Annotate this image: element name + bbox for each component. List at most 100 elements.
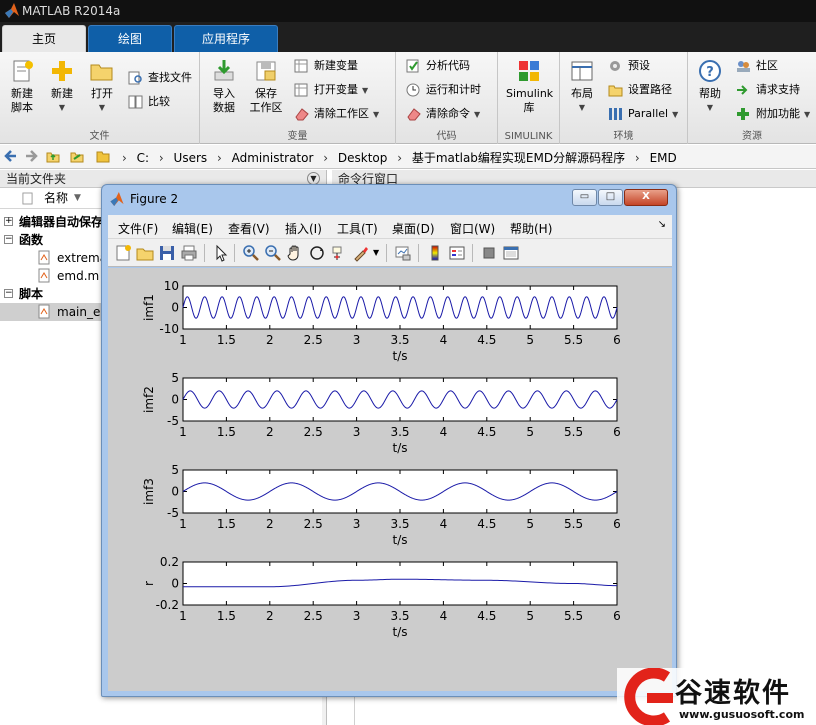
x-tick-label: 1.5 [217,425,236,439]
group-label-simulink: SIMULINK [504,131,553,142]
emd-subplots[interactable]: 1 1.5 2 2.5 3 3.5 4 4.5 5 5.5 6-10010t/simf11 1.5 2 2… [108,268,672,691]
simulink-library-button[interactable]: Simulink 库 [506,58,553,115]
compare-button[interactable]: 比较 [128,92,170,112]
new-variable-button[interactable]: 新建变量 [294,56,358,76]
breadcrumb-item[interactable]: Desktop [338,151,388,165]
maximize-button[interactable]: □ [598,189,623,206]
browse-folder-icon[interactable] [70,149,84,163]
import-data-button[interactable]: 导入 数据 [204,58,244,115]
menu-view[interactable]: 查看(V) [228,220,270,237]
preferences-button[interactable]: 预设 [608,56,650,76]
tab-plots[interactable]: 绘图 [88,25,172,52]
community-icon [737,61,750,72]
y-axis-label: imf3 [142,478,156,505]
new-button[interactable]: 新建 ▼ [42,58,82,115]
analyze-code-button[interactable]: 分析代码 [406,56,470,76]
app-titlebar: MATLAB R2014a [0,0,816,22]
back-arrow-icon[interactable] [4,149,18,163]
set-path-button[interactable]: 设置路径 [608,80,672,100]
chevron-down-icon: ▼ [578,103,586,112]
collapse-toggle-icon[interactable]: − [4,235,13,244]
figure-titlebar[interactable]: Figure 2 ▭ □ X [102,185,676,213]
tree-group-label: 函数 [19,233,44,247]
save-icon[interactable] [158,244,176,262]
breadcrumb-separator: › [397,151,403,165]
tab-apps[interactable]: 应用程序 [174,25,278,52]
figure-menubar: 文件(F) 编辑(E) 查看(V) 插入(I) 工具(T) 桌面(D) 窗口(W… [108,215,672,239]
breadcrumb-item[interactable]: Users [174,151,208,165]
forward-arrow-icon[interactable] [24,149,38,163]
file-label: emd.m [57,269,100,283]
x-axis-label: t/s [393,533,408,547]
new-script-label-2: 脚本 [11,101,33,114]
menu-desktop[interactable]: 桌面(D) [392,220,435,237]
x-tick-label: 6 [613,609,621,623]
close-button[interactable]: X [624,189,668,206]
column-name-label: 名称 [44,191,69,205]
brush-dropdown-icon[interactable]: ▼ [373,248,379,257]
hide-plot-tools-icon[interactable] [480,244,498,262]
current-folder-title: 当前文件夹 [6,172,67,186]
support-label: 请求支持 [756,83,800,96]
tab-home[interactable]: 主页 [2,25,86,52]
breadcrumb-item[interactable]: Administrator [232,151,314,165]
dock-arrow-icon[interactable]: ↘ [658,219,666,230]
x-tick-label: 3.5 [390,517,409,531]
new-script-button[interactable]: 新建 脚本 [2,58,42,115]
clear-workspace-button[interactable]: 清除工作区 ▼ [294,104,379,124]
menu-tools[interactable]: 工具(T) [337,220,378,237]
pan-hand-icon[interactable] [286,244,304,262]
new-figure-icon[interactable] [114,244,132,262]
breadcrumb-item[interactable]: C: [137,151,149,165]
find-files-button[interactable]: 查找文件 [128,68,192,88]
data-cursor-icon[interactable] [330,244,348,262]
brush-icon[interactable] [352,244,370,262]
breadcrumb-item[interactable]: 基于matlab编程实现EMD分解源码程序 [412,151,625,165]
run-and-time-button[interactable]: 运行和计时 [406,80,481,100]
x-tick-label: 3.5 [390,425,409,439]
x-tick-label: 2.5 [304,333,323,347]
layout-button[interactable]: 布局 ▼ [562,58,602,115]
add-ons-button[interactable]: 附加功能 ▼ [736,104,810,124]
menu-insert[interactable]: 插入(I) [285,220,322,237]
ribbon-tabbar: 主页 绘图 应用程序 [0,22,816,52]
rotate-3d-icon[interactable] [308,244,326,262]
breadcrumb-item[interactable]: EMD [650,151,677,165]
simulink-label-2: 库 [523,101,535,114]
link-plot-icon[interactable] [394,244,412,262]
colorbar-icon[interactable] [426,244,444,262]
breadcrumb: › C: › Users › Administrator › Desktop ›… [122,149,683,166]
y-tick-label: 0 [171,301,179,315]
y-tick-label: 5 [171,463,179,477]
request-support-button[interactable]: 请求支持 [736,80,800,100]
open-variable-button[interactable]: 打开变量 ▼ [294,80,368,100]
minimize-button[interactable]: ▭ [572,189,597,206]
clear-commands-button[interactable]: 清除命令 ▼ [406,104,480,124]
file-label: main_er [57,305,106,319]
save-workspace-button[interactable]: 保存 工作区 [246,58,286,115]
group-label-file: 文件 [89,131,110,142]
help-button[interactable]: ? 帮助 ▼ [690,58,730,115]
open-file-icon[interactable] [136,244,154,262]
menu-file[interactable]: 文件(F) [118,220,158,237]
legend-icon[interactable] [448,244,466,262]
expand-toggle-icon[interactable]: + [4,217,13,226]
print-icon[interactable] [180,244,198,262]
menu-help[interactable]: 帮助(H) [510,220,552,237]
zoom-out-icon[interactable] [264,244,282,262]
menu-edit[interactable]: 编辑(E) [172,220,213,237]
y-tick-label: -5 [167,414,179,428]
show-plot-tools-icon[interactable] [502,244,520,262]
up-folder-icon[interactable] [46,149,60,163]
parallel-button[interactable]: Parallel ▼ [608,104,678,124]
parallel-label: Parallel [628,107,669,120]
open-button[interactable]: 打开 ▼ [82,58,122,115]
zoom-in-icon[interactable] [242,244,260,262]
x-tick-label: 1 [179,517,187,531]
community-button[interactable]: 社区 [736,56,778,76]
menu-window[interactable]: 窗口(W) [450,220,495,237]
m-script-icon [38,304,50,319]
file-column-icon [22,192,33,205]
pointer-icon[interactable] [212,244,230,262]
collapse-toggle-icon[interactable]: − [4,289,13,298]
